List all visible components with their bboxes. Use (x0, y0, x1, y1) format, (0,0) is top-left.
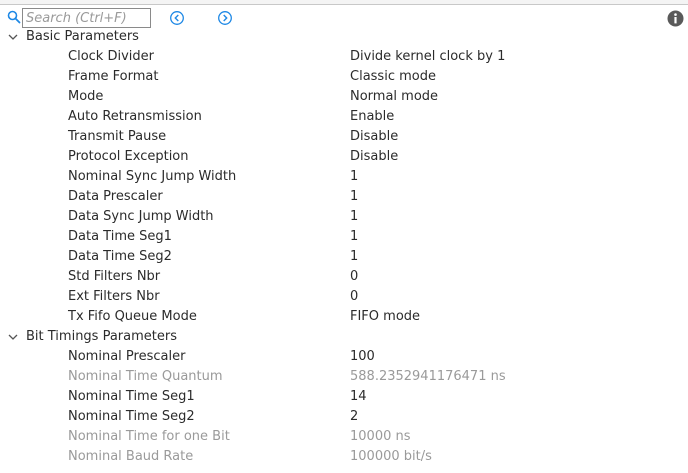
param-value[interactable]: Disable (350, 147, 398, 167)
param-row-nominal-baud-rate: Nominal Baud Rate 100000 bit/s (0, 447, 688, 467)
param-row-nominal-prescaler[interactable]: Nominal Prescaler 100 (0, 347, 688, 367)
param-value[interactable]: 1 (350, 227, 358, 247)
param-row-clock-divider[interactable]: Clock Divider Divide kernel clock by 1 (0, 47, 688, 67)
top-border (0, 0, 688, 5)
param-label: Nominal Prescaler (68, 349, 186, 364)
chevron-down-icon[interactable] (7, 32, 19, 42)
param-row-protocol-exception[interactable]: Protocol Exception Disable (0, 147, 688, 167)
param-value[interactable]: 1 (350, 167, 358, 187)
param-label: Mode (68, 89, 104, 104)
param-value[interactable]: Divide kernel clock by 1 (350, 47, 505, 67)
group-title: Bit Timings Parameters (26, 329, 177, 344)
param-label: Data Time Seg2 (68, 249, 172, 264)
param-row-nominal-sync-jump-width[interactable]: Nominal Sync Jump Width 1 (0, 167, 688, 187)
param-label: Ext Filters Nbr (68, 289, 160, 304)
param-row-nominal-time-seg2[interactable]: Nominal Time Seg2 2 (0, 407, 688, 427)
param-row-nominal-time-quantum: Nominal Time Quantum 588.2352941176471 ns (0, 367, 688, 387)
param-label: Data Time Seg1 (68, 229, 172, 244)
param-value[interactable]: Normal mode (350, 87, 438, 107)
param-value: 10000 ns (350, 429, 411, 444)
param-row-mode[interactable]: Mode Normal mode (0, 87, 688, 107)
param-label: Nominal Time for one Bit (68, 429, 230, 444)
param-row-ext-filters-nbr[interactable]: Ext Filters Nbr 0 (0, 287, 688, 307)
param-value[interactable]: Classic mode (350, 67, 436, 87)
param-row-nominal-time-for-one-bit: Nominal Time for one Bit 10000 ns (0, 427, 688, 447)
param-value[interactable]: 1 (350, 187, 358, 207)
param-value[interactable]: 100 (350, 347, 375, 367)
param-value[interactable]: FIFO mode (350, 307, 420, 327)
param-label: Protocol Exception (68, 149, 189, 164)
parameter-tree: Basic Parameters Clock Divider Divide ker… (0, 27, 688, 467)
param-label: Frame Format (68, 69, 159, 84)
param-row-data-time-seg2[interactable]: Data Time Seg2 1 (0, 247, 688, 267)
param-value[interactable]: 0 (350, 287, 358, 307)
search-icon (7, 10, 21, 24)
param-label: Data Prescaler (68, 189, 163, 204)
param-value[interactable]: Enable (350, 107, 394, 127)
param-value: 100000 bit/s (350, 449, 432, 464)
param-value[interactable]: 1 (350, 207, 358, 227)
param-value[interactable]: 14 (350, 387, 367, 407)
param-value[interactable]: 0 (350, 267, 358, 287)
param-row-frame-format[interactable]: Frame Format Classic mode (0, 67, 688, 87)
param-label: Nominal Time Seg1 (68, 389, 195, 404)
chevron-right-icon[interactable] (217, 10, 233, 26)
param-row-data-sync-jump-width[interactable]: Data Sync Jump Width 1 (0, 207, 688, 227)
param-label: Data Sync Jump Width (68, 209, 214, 224)
group-bit-timings-parameters[interactable]: Bit Timings Parameters (0, 327, 688, 347)
param-label: Auto Retransmission (68, 109, 202, 124)
param-label: Nominal Time Seg2 (68, 409, 195, 424)
param-row-nominal-time-seg1[interactable]: Nominal Time Seg1 14 (0, 387, 688, 407)
param-label: Nominal Sync Jump Width (68, 169, 237, 184)
param-label: Transmit Pause (68, 129, 167, 144)
param-label: Nominal Time Quantum (68, 369, 223, 384)
param-row-auto-retransmission[interactable]: Auto Retransmission Enable (0, 107, 688, 127)
param-row-data-prescaler[interactable]: Data Prescaler 1 (0, 187, 688, 207)
chevron-down-icon[interactable] (7, 332, 19, 342)
param-value[interactable]: 2 (350, 407, 358, 427)
chevron-left-icon[interactable] (169, 10, 185, 26)
param-value[interactable]: Disable (350, 127, 398, 147)
param-row-transmit-pause[interactable]: Transmit Pause Disable (0, 127, 688, 147)
param-row-tx-fifo-queue-mode[interactable]: Tx Fifo Queue Mode FIFO mode (0, 307, 688, 327)
info-icon[interactable] (667, 10, 684, 27)
search-input[interactable] (22, 8, 151, 28)
group-basic-parameters[interactable]: Basic Parameters (0, 27, 688, 47)
param-label: Std Filters Nbr (68, 269, 161, 284)
group-title: Basic Parameters (26, 29, 139, 44)
param-label: Nominal Baud Rate (68, 449, 194, 464)
param-label: Clock Divider (68, 49, 154, 64)
param-value[interactable]: 1 (350, 247, 358, 267)
param-label: Tx Fifo Queue Mode (68, 309, 197, 324)
param-row-std-filters-nbr[interactable]: Std Filters Nbr 0 (0, 267, 688, 287)
param-value: 588.2352941176471 ns (350, 369, 506, 384)
param-row-data-time-seg1[interactable]: Data Time Seg1 1 (0, 227, 688, 247)
